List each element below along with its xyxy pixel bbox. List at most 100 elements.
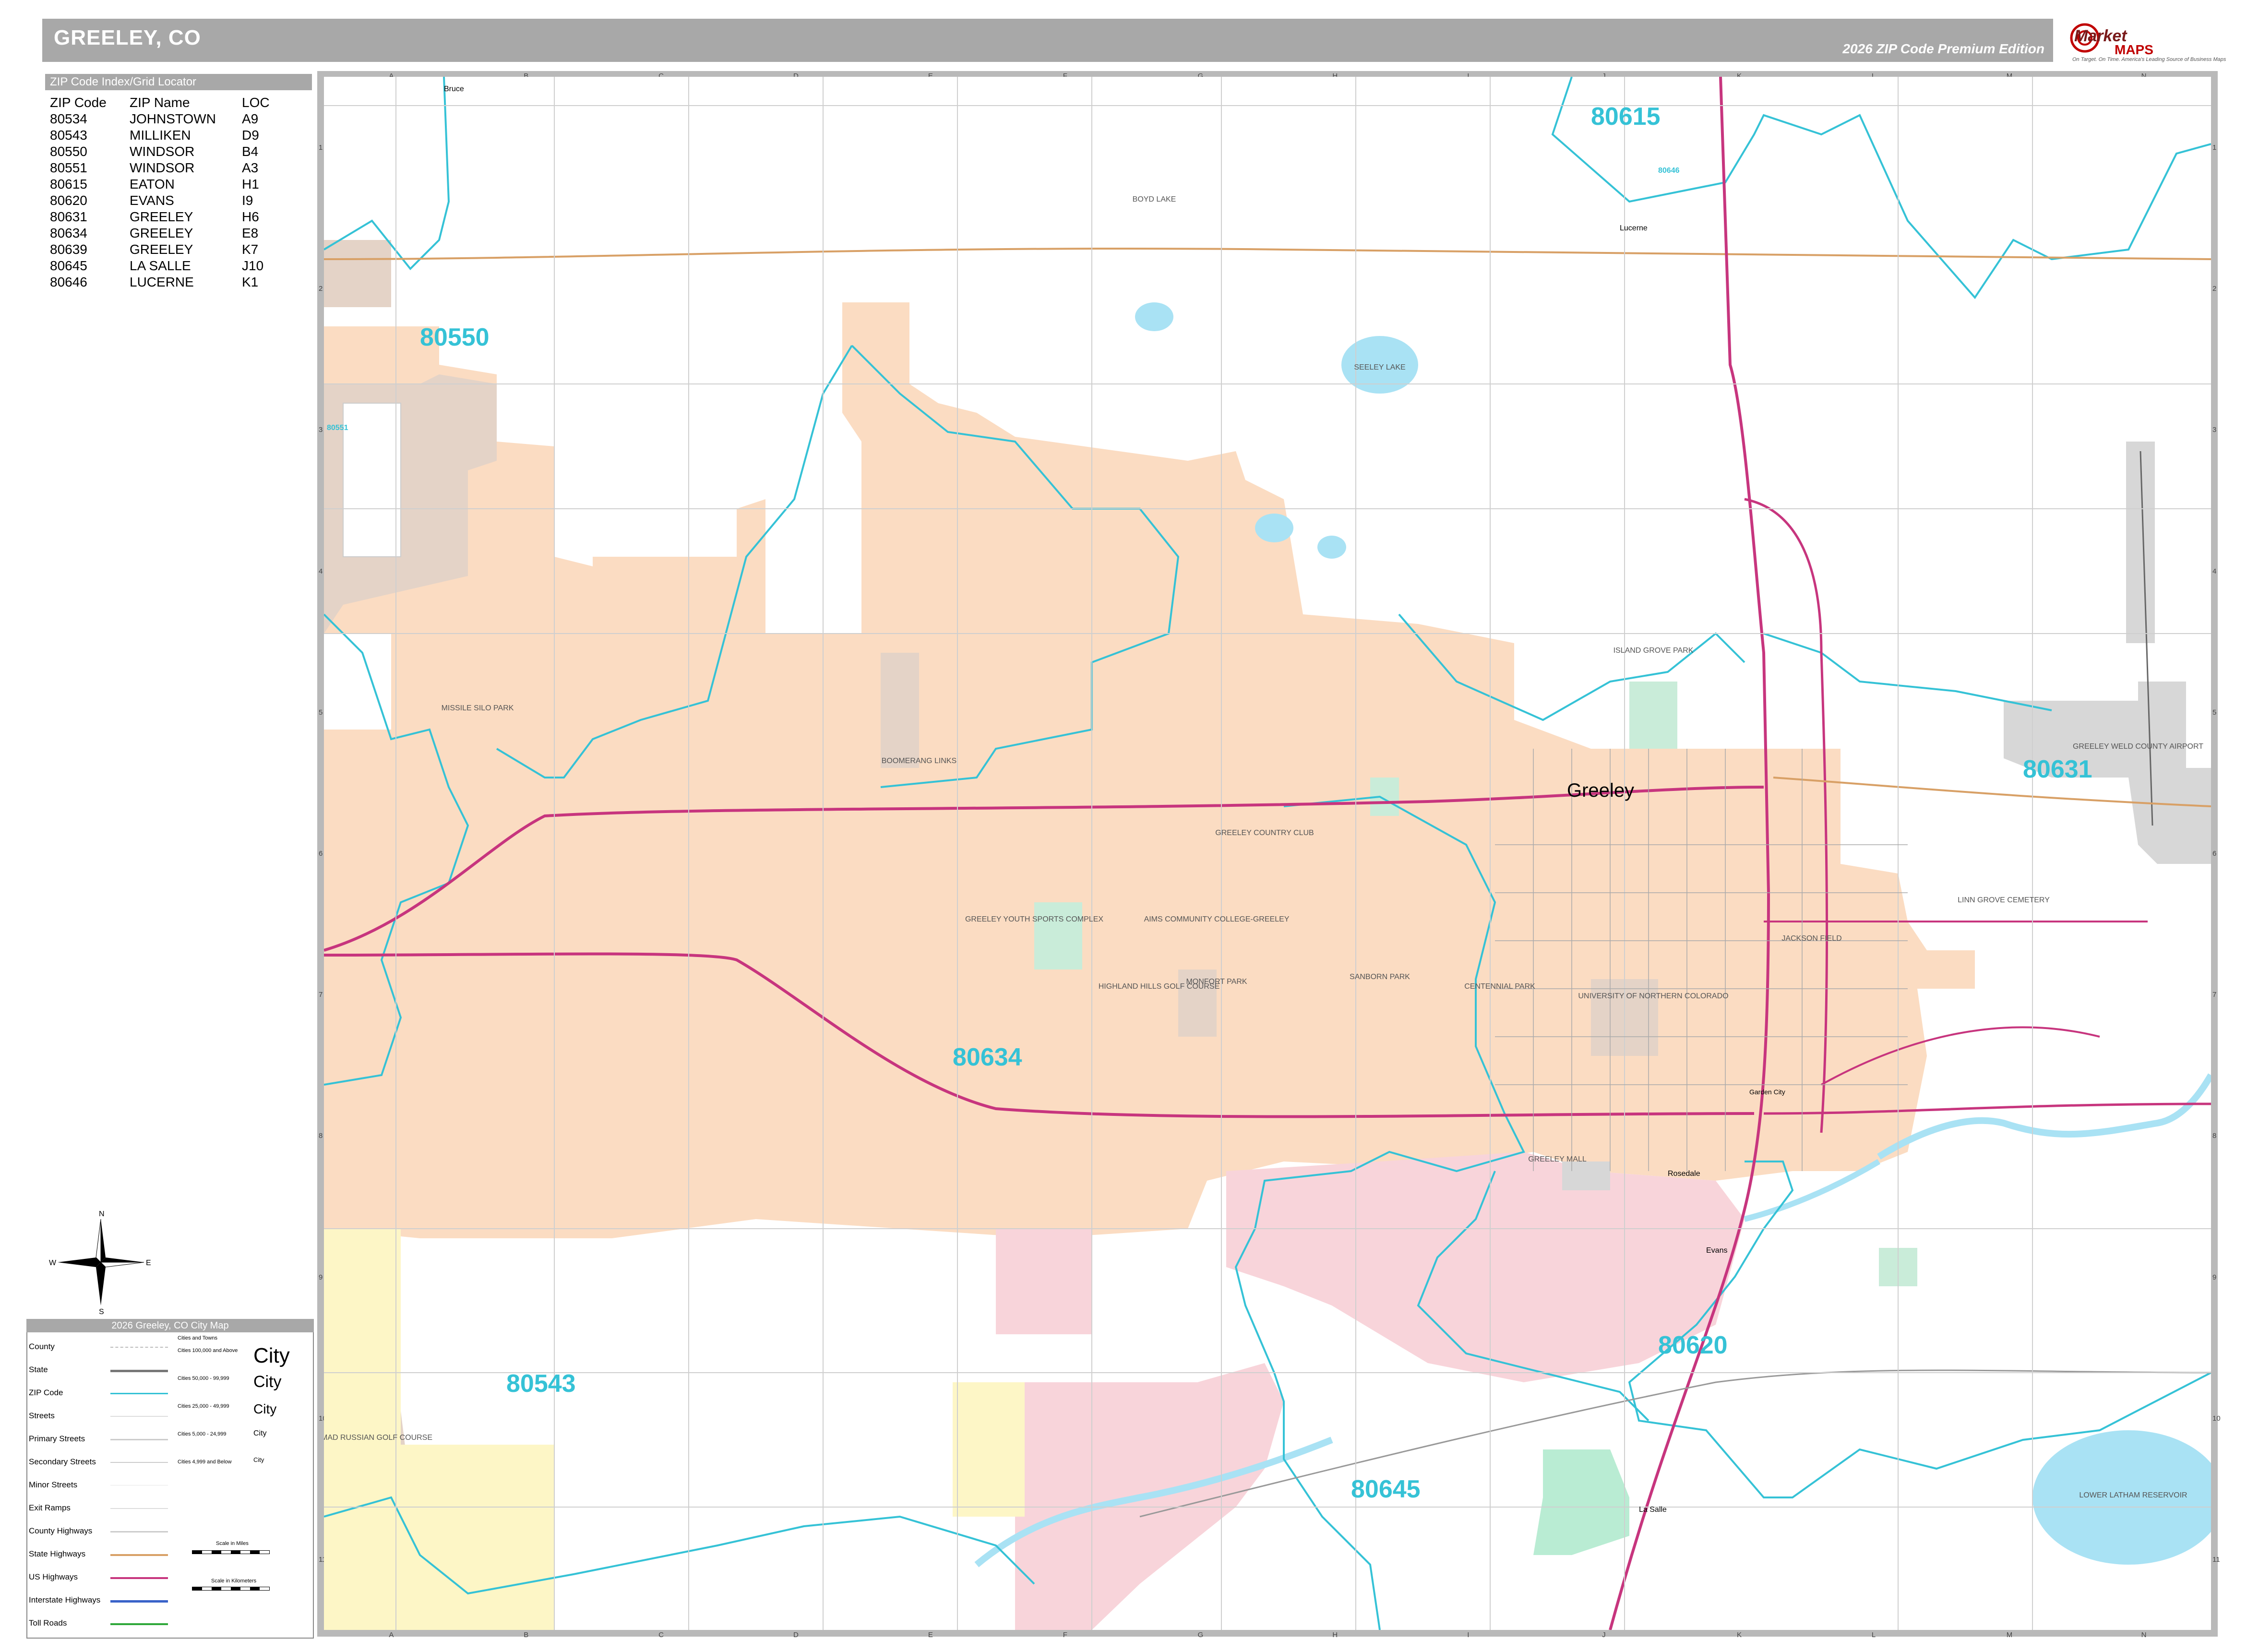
grid-col-label: D — [793, 1631, 799, 1639]
grid-row-label: 5 — [2212, 708, 2217, 717]
zip-index-cell: GREELEY — [130, 242, 193, 257]
legend-item-label: Streets — [29, 1411, 55, 1420]
zip-index-cell: 80645 — [50, 258, 87, 273]
zip-index-col-header: LOC — [242, 95, 270, 110]
grid-col-label: N — [2141, 1631, 2147, 1639]
legend-scale-km: Scale in Kilometers — [211, 1578, 257, 1584]
grid-row-label: 10 — [2212, 1414, 2221, 1423]
legend-item-swatch — [110, 1393, 168, 1394]
place-unc: UNIVERSITY OF NORTHERN COLORADO — [1578, 992, 1728, 1000]
zip-index-cell: JOHNSTOWN — [130, 111, 216, 126]
zip-index-cell: EVANS — [130, 193, 174, 208]
grid-col-label: E — [928, 1631, 933, 1639]
edition-label: 2026 ZIP Code Premium Edition — [1842, 41, 2044, 56]
zip-index-cell: WINDSOR — [130, 144, 195, 159]
legend-item-swatch — [110, 1462, 168, 1463]
logo-tagline: On Target. On Time. America's Leading So… — [2072, 57, 2226, 62]
legend-city-sample: City — [253, 1456, 264, 1463]
city-label-garden-city: Garden City — [1749, 1088, 1785, 1096]
zip-index-cell: LA SALLE — [130, 258, 191, 273]
title-bar — [42, 19, 2053, 62]
legend-item-swatch — [110, 1554, 168, 1556]
zip-index-cell: 80620 — [50, 193, 87, 208]
zip-index-cell: 80615 — [50, 177, 87, 192]
compass-n: N — [99, 1210, 105, 1218]
legend-city-class: Cities 4,999 and Below — [178, 1459, 232, 1465]
legend-item-label: Exit Ramps — [29, 1503, 71, 1512]
grid-row-label: 9 — [2212, 1273, 2217, 1281]
place-missile-silo: MISSILE SILO PARK — [442, 704, 514, 712]
grid-row-label: 4 — [2212, 567, 2217, 575]
compass-w: W — [49, 1259, 57, 1267]
map-title: GREELEY, CO — [54, 26, 201, 49]
grid-row-label: 3 — [2212, 426, 2217, 434]
zip-index-cell: K1 — [242, 275, 259, 289]
legend-item-swatch — [110, 1623, 168, 1625]
legend-item-label: US Highways — [29, 1572, 78, 1581]
zip-label-80634: 80634 — [953, 1043, 1022, 1071]
place-monfort-park: MONFORT PARK — [1186, 978, 1247, 986]
legend-item-swatch — [110, 1508, 168, 1509]
legend-title: 2026 Greeley, CO City Map — [26, 1319, 314, 1332]
zip-label-80645: 80645 — [1351, 1475, 1421, 1503]
zip-index-cell: D9 — [242, 128, 259, 143]
legend-item-label: County — [29, 1342, 55, 1351]
zip-index-cell: K7 — [242, 242, 259, 257]
compass-s: S — [99, 1308, 104, 1315]
city-label-lucerne: Lucerne — [1620, 224, 1648, 232]
zip-label-80543: 80543 — [506, 1370, 576, 1398]
grid-row-label: 6 — [2212, 850, 2217, 858]
scale-bar — [192, 1550, 270, 1554]
grid-col-label: J — [1602, 1631, 1606, 1639]
grid-col-label: I — [1467, 1631, 1470, 1639]
zip-index-cell: 80646 — [50, 275, 87, 289]
legend-city-class: Cities 100,000 and Above — [178, 1348, 238, 1353]
grid-row-label: 1 — [319, 144, 323, 152]
zip-label-80631: 80631 — [2023, 755, 2092, 783]
place-island-grove: ISLAND GROVE PARK — [1614, 646, 1694, 655]
grid-row-label: 7 — [2212, 991, 2217, 999]
legend-city-class: Cities 5,000 - 24,999 — [178, 1431, 227, 1437]
grid-col-label: C — [658, 1631, 664, 1639]
legend-city-sample: City — [253, 1401, 277, 1416]
compass-rose-icon: N S E W — [49, 1210, 151, 1315]
place-greeley-country-club: GREELEY COUNTRY CLUB — [1215, 829, 1314, 837]
legend-item-swatch — [110, 1439, 168, 1440]
grid-col-label: B — [524, 1631, 529, 1639]
grid-row-label: 4 — [319, 567, 323, 575]
place-greeley-mall: GREELEY MALL — [1528, 1155, 1587, 1163]
legend-item-swatch — [110, 1347, 168, 1348]
zip-index-cell: 80634 — [50, 226, 87, 240]
grid-row-label: 3 — [319, 426, 323, 434]
logo-tagline-2: America's Leading Source of Business Map… — [2121, 57, 2226, 62]
place-linn-grove: LINN GROVE CEMETERY — [1958, 896, 2050, 904]
legend-item-label: Toll Roads — [29, 1618, 67, 1628]
zip-label-80551: 80551 — [327, 424, 348, 432]
legend-item-label: State — [29, 1365, 48, 1374]
legend-scale-miles: Scale in Miles — [216, 1541, 249, 1546]
zip-label-80615: 80615 — [1591, 103, 1661, 131]
legend-item-swatch — [110, 1370, 168, 1372]
zip-index-cell: GREELEY — [130, 226, 193, 240]
legend-item-label: Secondary Streets — [29, 1457, 96, 1466]
place-lower-latham: LOWER LATHAM RESERVOIR — [2079, 1491, 2187, 1499]
zip-index-cell: J10 — [242, 258, 264, 273]
map-canvas[interactable]: 80615 80646 80550 80551 80631 80634 8062… — [324, 77, 2211, 1630]
zip-index-cell: A9 — [242, 111, 259, 126]
place-aims-college: AIMS COMMUNITY COLLEGE-GREELEY — [1144, 915, 1290, 923]
grid-row-label: 8 — [2212, 1132, 2217, 1140]
zip-label-80550: 80550 — [420, 323, 490, 351]
grid-row-label: 5 — [319, 708, 323, 717]
legend-city-sample: City — [253, 1344, 290, 1367]
la-salle-area — [1533, 1449, 1629, 1555]
grid-row-label: 6 — [319, 850, 323, 858]
legend-city-class: Cities 25,000 - 49,999 — [178, 1403, 229, 1409]
grid-col-label: G — [1197, 1631, 1204, 1639]
place-seeley-lake: SEELEY LAKE — [1354, 363, 1405, 371]
legend-item-swatch — [110, 1531, 168, 1532]
legend-city-class: Cities and Towns — [178, 1335, 217, 1341]
city-label-greeley: Greeley — [1567, 780, 1634, 801]
compass-e: E — [146, 1259, 151, 1267]
legend-item-label: Primary Streets — [29, 1434, 85, 1443]
city-label-rosedale: Rosedale — [1668, 1170, 1700, 1178]
